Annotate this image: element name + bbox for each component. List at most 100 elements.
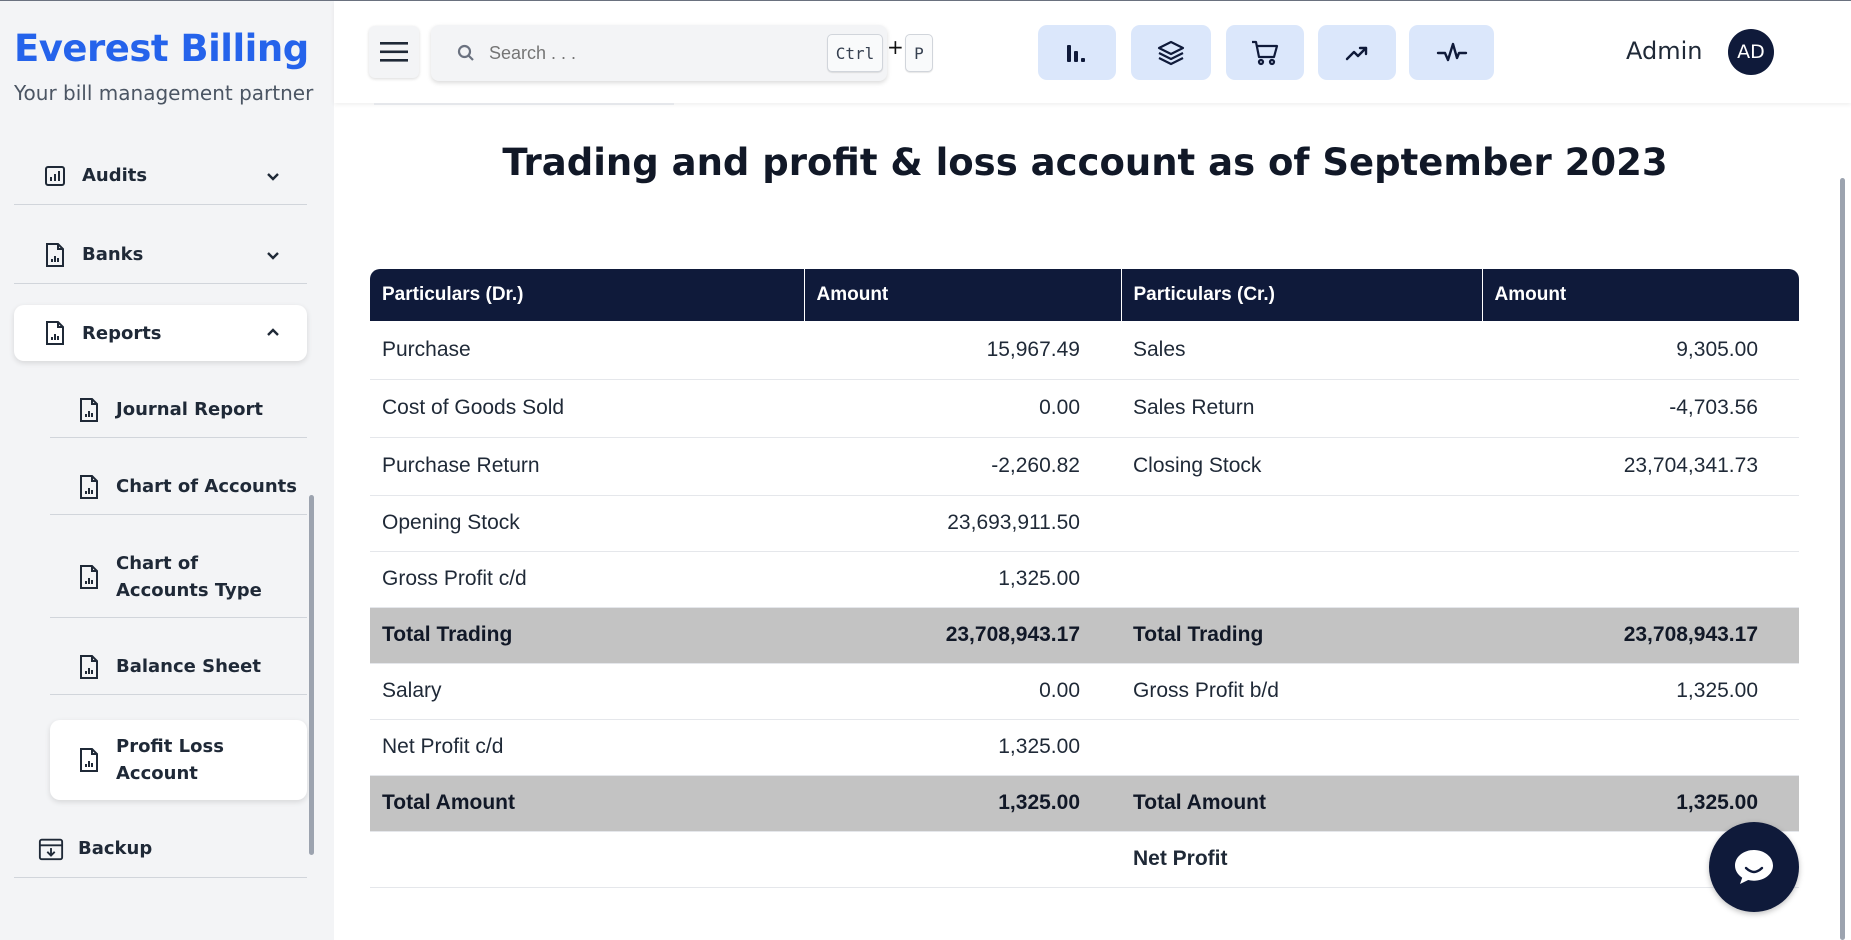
sidebar-item-label: Backup [78,838,153,859]
cell-particulars-dr: Cost of Goods Sold [370,379,804,438]
cell-particulars-cr: Sales [1121,321,1482,380]
table-row: Purchase 15,967.49 Sales 9,305.00 [370,321,1799,380]
shortcut-p-key: P [905,34,933,72]
download-box-icon [38,836,64,862]
sidebar-subitem-label: Journal Report [116,399,263,420]
cell-amount-dr: -2,260.82 [804,437,1121,496]
bar-chart-icon [1067,44,1085,62]
brand-tagline: Your bill management partner [14,81,314,105]
sidebar-item-reports[interactable]: Reports [14,305,307,361]
table-row: Purchase Return -2,260.82 Closing Stock 23,… [370,437,1799,496]
table-header-row: Particulars (Dr.) Amount Particulars (Cr… [370,269,1799,321]
chat-button[interactable] [1709,822,1799,912]
document-chart-icon [76,747,102,773]
quick-layers-button[interactable] [1131,25,1211,80]
cell-particulars-cr [1121,719,1482,776]
sidebar-subitem-journal-report[interactable]: Journal Report [50,382,307,438]
avatar[interactable]: AD [1728,29,1774,75]
cell-amount-dr [804,831,1121,888]
chevron-up-icon [263,323,283,343]
cell-amount-cr [1482,719,1799,776]
chevron-down-icon [263,245,283,265]
sidebar-item-label: Audits [82,165,148,186]
cell-particulars-cr: Gross Profit b/d [1121,663,1482,720]
menu-toggle-button[interactable] [369,26,419,78]
cell-particulars-cr: Net Profit [1121,831,1482,888]
chevron-down-icon [263,166,283,186]
cart-icon [1252,40,1279,65]
cell-particulars-dr: Total Trading [370,607,804,664]
sidebar-item-backup[interactable]: Backup [14,820,307,878]
sidebar-subitem-chart-of-accounts-type[interactable]: Chart of Accounts Type [50,536,307,618]
quick-cart-button[interactable] [1226,25,1304,80]
search-icon [457,44,474,61]
table-total-row: Total Amount 1,325.00 Total Amount 1,325.00 [370,775,1799,832]
cell-particulars-dr: Net Profit c/d [370,719,804,776]
cell-amount-cr: 23,708,943.17 [1482,607,1799,664]
cell-amount-cr: -4,703.56 [1482,379,1799,438]
search-bar[interactable]: Ctrl + P [431,25,933,81]
audit-chart-icon [42,163,68,189]
sidebar-subitem-label: Chart of Accounts [116,476,297,497]
document-chart-icon [76,564,102,590]
document-chart-icon [42,320,68,346]
sidebar-scrollbar[interactable] [309,495,314,855]
sidebar-subitem-profit-loss-account[interactable]: Profit Loss Account [50,720,307,800]
sidebar-item-audits[interactable]: Audits [14,147,307,205]
cell-particulars-cr: Total Trading [1121,607,1482,664]
cell-amount-cr: 9,305.00 [1482,321,1799,380]
cell-amount-dr: 1,325.00 [804,775,1121,832]
brand-title[interactable]: Everest Billing [14,27,309,70]
tab-underline [374,103,674,105]
chat-bubble-icon [1735,850,1773,884]
shortcut-plus: + [887,35,904,59]
document-chart-icon [42,242,68,268]
cell-particulars-dr: Total Amount [370,775,804,832]
cell-amount-cr: 1,325.00 [1482,663,1799,720]
shortcut-ctrl-key: Ctrl [827,34,883,72]
top-header: Ctrl + P Admin AD [334,1,1851,103]
cell-particulars-cr [1121,495,1482,552]
cell-amount-dr: 1,325.00 [804,551,1121,608]
sidebar-subitem-balance-sheet[interactable]: Balance Sheet [50,639,307,695]
cell-amount-dr: 0.00 [804,663,1121,720]
cell-particulars-dr: Salary [370,663,804,720]
sidebar-subitem-label: Profit Loss Account [116,736,224,784]
sidebar-subitem-label: Balance Sheet [116,656,261,677]
table-row: Net Profit c/d 1,325.00 [370,719,1799,776]
sidebar: Everest Billing Your bill management par… [0,1,334,940]
quick-activity-button[interactable] [1409,25,1494,80]
sidebar-item-label: Banks [82,244,144,265]
user-name[interactable]: Admin [1626,37,1703,65]
cell-particulars-dr: Purchase Return [370,437,804,496]
cell-amount-dr: 23,693,911.50 [804,495,1121,552]
profit-loss-table: Particulars (Dr.) Amount Particulars (Cr… [370,269,1799,888]
sidebar-item-label: Reports [82,322,162,344]
cell-amount-cr [1482,495,1799,552]
main-scrollbar[interactable] [1840,178,1845,940]
cell-particulars-cr: Sales Return [1121,379,1482,438]
table-row: Net Profit1,32 [370,831,1799,888]
table-row: Gross Profit c/d 1,325.00 [370,551,1799,608]
hamburger-icon [380,42,408,62]
cell-amount-dr: 15,967.49 [804,321,1121,380]
table-total-row: Total Trading 23,708,943.17 Total Trading 2… [370,607,1799,664]
document-chart-icon [76,397,102,423]
sidebar-subitem-chart-of-accounts[interactable]: Chart of Accounts [50,459,307,515]
cell-particulars-cr: Total Amount [1121,775,1482,832]
column-header-particulars-dr: Particulars (Dr.) [370,269,805,321]
trending-up-icon [1345,46,1368,60]
search-input[interactable] [489,42,769,64]
cell-particulars-dr: Gross Profit c/d [370,551,804,608]
cell-amount-dr: 23,708,943.17 [804,607,1121,664]
column-header-particulars-cr: Particulars (Cr.) [1121,269,1483,321]
activity-icon [1436,42,1467,61]
sidebar-item-banks[interactable]: Banks [14,226,307,284]
quick-bar-chart-button[interactable] [1038,25,1116,80]
quick-trending-button[interactable] [1318,25,1396,80]
sidebar-subitem-label: Chart of Accounts Type [116,552,262,601]
cell-amount-dr: 1,325.00 [804,719,1121,776]
table-row: Cost of Goods Sold 0.00 Sales Return -4,703… [370,379,1799,438]
cell-particulars-dr: Purchase [370,321,804,380]
column-header-amount-dr: Amount [804,269,1122,321]
